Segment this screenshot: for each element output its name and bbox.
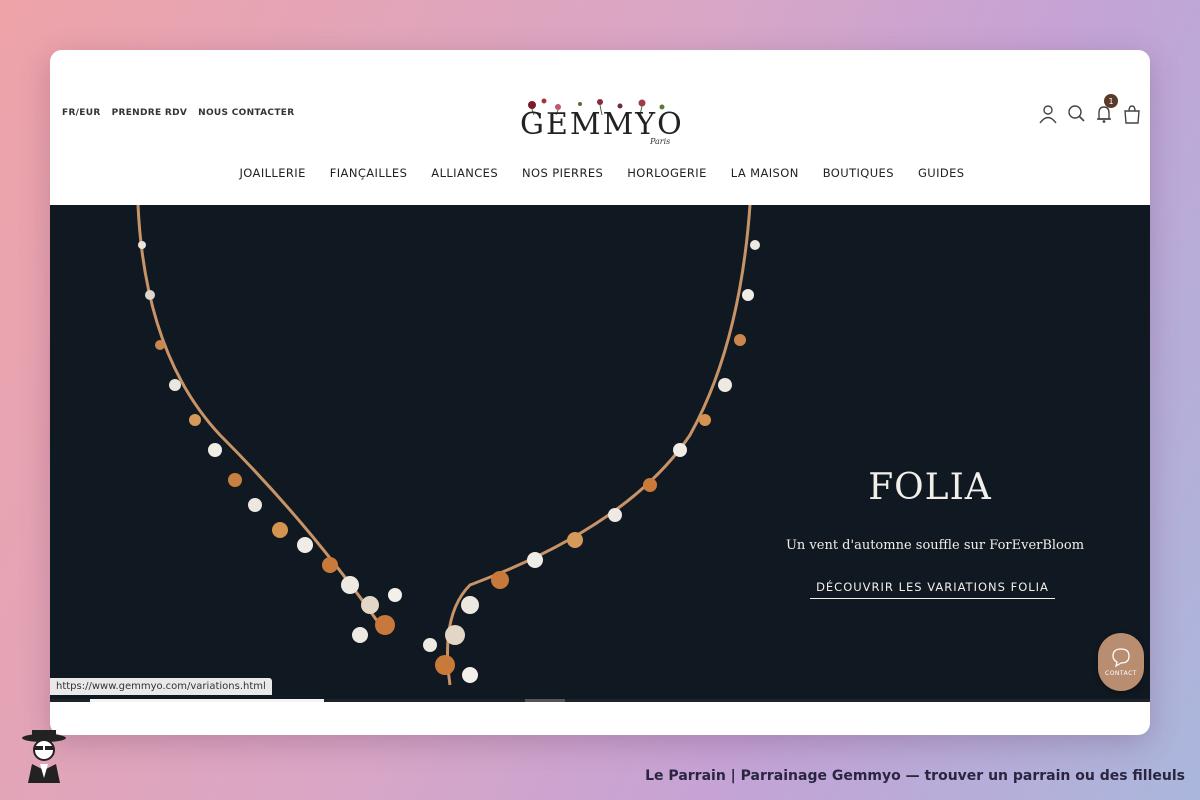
discover-folia-link[interactable]: DÉCOUVRIR LES VARIATIONS FOLIA — [810, 580, 1055, 599]
utility-links: FR/EUR PRENDRE RDV NOUS CONTACTER — [62, 108, 294, 118]
chat-icon — [1112, 648, 1130, 667]
cart-button[interactable] — [1122, 102, 1142, 126]
hero-title: FOLIA — [868, 467, 992, 508]
search-button[interactable] — [1066, 102, 1086, 126]
status-bar-url: https://www.gemmyo.com/variations.html — [50, 678, 272, 695]
nav-fiancailles[interactable]: FIANÇAILLES — [330, 166, 408, 180]
page-caption: Le Parrain | Parrainage Gemmyo — trouver… — [645, 768, 1185, 784]
necklace-stones — [138, 240, 760, 683]
nav-joaillerie[interactable]: JOAILLERIE — [240, 166, 306, 180]
nav-horlogerie[interactable]: HORLOGERIE — [627, 166, 707, 180]
header-icons: 1 — [1038, 94, 1142, 126]
browser-card: FR/EUR PRENDRE RDV NOUS CONTACTER GEMMYO… — [50, 50, 1150, 735]
nav-alliances[interactable]: ALLIANCES — [431, 166, 498, 180]
notifications-button[interactable]: 1 — [1094, 94, 1118, 126]
search-icon — [1068, 105, 1085, 122]
main-navigation: JOAILLERIE FIANÇAILLES ALLIANCES NOS PIE… — [50, 166, 1150, 180]
hero-banner[interactable]: FOLIA Un vent d'automne souffle sur ForE… — [50, 205, 1150, 702]
bag-icon — [1124, 105, 1140, 124]
notification-badge: 1 — [1104, 94, 1118, 108]
site-logo[interactable]: GEMMYO Paris — [520, 95, 682, 155]
nav-nos-pierres[interactable]: NOS PIERRES — [522, 166, 603, 180]
site-header: FR/EUR PRENDRE RDV NOUS CONTACTER GEMMYO… — [50, 50, 1150, 205]
logo-signature: Paris — [650, 137, 671, 146]
currency-link[interactable]: FR/EUR — [62, 108, 101, 118]
contact-label: CONTACT — [1105, 670, 1137, 677]
carousel-indicator-active[interactable] — [90, 699, 324, 702]
appointment-link[interactable]: PRENDRE RDV — [112, 108, 188, 118]
account-button[interactable] — [1038, 102, 1058, 126]
hero-subtitle: Un vent d'automne souffle sur ForEverBlo… — [785, 538, 1085, 553]
carousel-progress — [50, 699, 1150, 702]
nav-boutiques[interactable]: BOUTIQUES — [823, 166, 894, 180]
carousel-indicator[interactable] — [525, 699, 565, 702]
mascot-logo-icon — [22, 730, 66, 783]
nav-la-maison[interactable]: LA MAISON — [731, 166, 799, 180]
user-icon — [1039, 105, 1057, 124]
contact-link[interactable]: NOUS CONTACTER — [198, 108, 294, 118]
contact-button[interactable]: CONTACT — [1098, 633, 1144, 691]
necklace-image — [136, 205, 760, 686]
nav-guides[interactable]: GUIDES — [918, 166, 965, 180]
